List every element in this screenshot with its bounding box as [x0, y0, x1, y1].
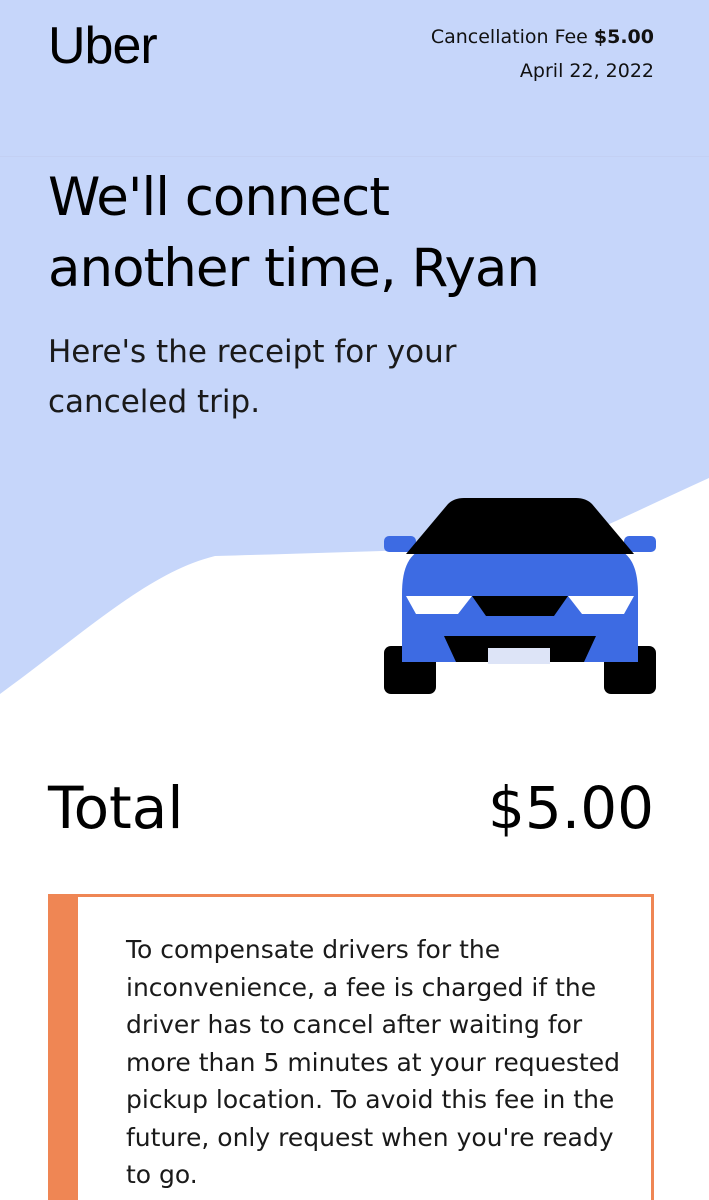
headline-line-1: We'll connect: [48, 167, 390, 228]
fee-line: Cancellation Fee $5.00: [431, 20, 654, 54]
car-front-icon: [384, 498, 656, 694]
receipt-meta: Cancellation Fee $5.00 April 22, 2022: [431, 20, 654, 88]
headline-line-2: another time, Ryan: [48, 238, 540, 299]
fee-amount: $5.00: [593, 26, 654, 48]
fee-notice: To compensate drivers for the inconvenie…: [48, 894, 654, 1200]
total-label: Total: [48, 774, 184, 842]
uber-logo: Uber: [48, 17, 158, 75]
total-amount: $5.00: [487, 774, 654, 842]
header-divider: [0, 156, 709, 157]
fee-label: Cancellation Fee: [430, 26, 588, 48]
receipt-page: Uber Cancellation Fee $5.00 April 22, 20…: [0, 0, 709, 1200]
notice-text: To compensate drivers for the inconvenie…: [126, 935, 620, 1189]
page-title: We'll connect another time, Ryan: [48, 162, 688, 304]
receipt-date: April 22, 2022: [519, 60, 654, 82]
page-subtitle: Here's the receipt for your canceled tri…: [48, 334, 457, 420]
